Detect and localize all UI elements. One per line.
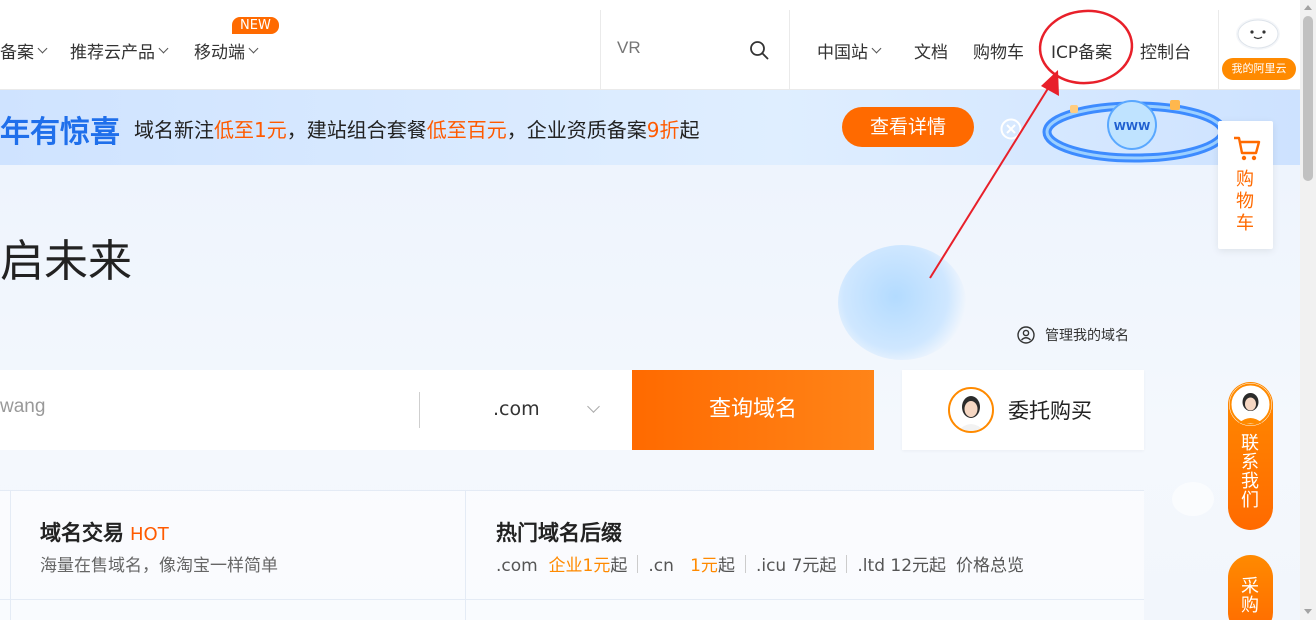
promo-highlight: 低至1元 — [214, 118, 287, 142]
agent-avatar-icon — [1229, 383, 1272, 426]
suffix-qi: 起 — [610, 556, 628, 576]
feature-cards: 域名交易 HOT 海量在售域名，像淘宝一样简单 热门域名后缀 .com 企业1元起… — [0, 490, 1144, 620]
domain-input[interactable] — [0, 396, 380, 418]
scroll-thumb[interactable] — [1303, 16, 1313, 181]
nav-item-docs[interactable]: 文档 — [914, 38, 948, 63]
docs-label: 文档 — [914, 43, 948, 63]
chevron-down-icon — [871, 43, 882, 54]
scroll-down-arrow-icon[interactable] — [1304, 609, 1312, 614]
nav-item-site[interactable]: 中国站 — [817, 38, 882, 63]
divider — [419, 392, 420, 428]
hero-section: 启未来 管理我的域名 .com 查询域名 委托购买 域 — [0, 165, 1300, 620]
promo-art-text: WWW — [1114, 120, 1150, 133]
price-overview-link[interactable]: 价格总览 — [956, 551, 1024, 576]
divider — [846, 554, 848, 573]
scroll-up-arrow-icon[interactable] — [1304, 5, 1312, 10]
suffix-com[interactable]: .com 企业1元起 — [496, 551, 627, 576]
suffix-qi: 起 — [717, 556, 735, 576]
divider — [637, 554, 639, 573]
suffix-price: 1元 — [690, 556, 718, 576]
close-icon[interactable] — [1000, 118, 1022, 140]
promo-text-part: ，企业资质备案 — [506, 118, 647, 142]
entrust-label: 委托购买 — [1008, 399, 1092, 423]
console-label: 控制台 — [1140, 43, 1191, 63]
chevron-down-icon — [37, 43, 48, 54]
chevron-down-icon — [158, 43, 169, 54]
hero-title: 启未来 — [0, 236, 132, 287]
nav-item-label: 移动端 — [194, 43, 245, 63]
icp-label: ICP备案 — [1051, 43, 1113, 63]
divider — [744, 554, 746, 573]
suffix-list: .com 企业1元起 .cn 1元起 .icu 7元起 .ltd 12元起 价格… — [496, 551, 1024, 576]
nav-item-beian[interactable]: 备案 — [0, 38, 48, 63]
nav-item-products[interactable]: 推荐云产品 — [70, 38, 169, 63]
top-header: 备案 推荐云产品 移动端 NEW 中国站 文档 购物车 ICP备案 控制台 我的… — [0, 0, 1300, 90]
domain-search-box: .com — [0, 370, 632, 450]
suffix-price: 企业1元 — [548, 556, 611, 576]
cart-label: 购物车 — [973, 43, 1024, 63]
avatar-face-icon — [1236, 18, 1280, 50]
new-badge: NEW — [232, 17, 279, 34]
user-circle-icon — [1017, 326, 1035, 344]
decorative-blob — [838, 245, 966, 360]
suffix-name: .com — [496, 556, 538, 576]
floating-cart-label: 购物车 — [1236, 169, 1254, 234]
nav-item-label: 备案 — [0, 43, 34, 63]
floating-contact[interactable]: 联系我们 — [1228, 382, 1273, 530]
nav-item-cart[interactable]: 购物车 — [973, 38, 1024, 63]
search-icon[interactable] — [749, 40, 769, 60]
promo-highlight: 9折 — [646, 118, 680, 142]
tld-select[interactable]: .com — [493, 398, 540, 420]
promo-text-part: 起 — [679, 118, 700, 142]
nav-item-console[interactable]: 控制台 — [1140, 38, 1191, 63]
vertical-scrollbar[interactable] — [1300, 0, 1316, 620]
entrust-purchase-button[interactable]: 委托购买 — [902, 370, 1144, 450]
suffix-cn[interactable]: .cn 1元起 — [648, 551, 735, 576]
card-title-text: 域名交易 — [40, 521, 124, 545]
manage-domains-link[interactable]: 管理我的域名 — [1017, 325, 1129, 345]
site-label: 中国站 — [817, 43, 868, 63]
floating-contact-label: 联系我们 — [1241, 433, 1259, 511]
hot-badge: HOT — [130, 524, 169, 545]
avatar-label: 我的阿里云 — [1222, 58, 1296, 80]
promo-text-part: ，建站组合套餐 — [286, 118, 427, 142]
avatar[interactable]: 我的阿里云 — [1222, 14, 1296, 82]
hot-suffix-title[interactable]: 热门域名后缀 — [496, 517, 622, 547]
nav-item-mobile[interactable]: 移动端 — [194, 38, 259, 63]
agent-avatar-icon — [948, 387, 994, 433]
promo-text-part: 域名新注 — [134, 118, 214, 142]
suffix-icu[interactable]: .icu 7元起 — [756, 551, 836, 576]
promo-text: 域名新注低至1元，建站组合套餐低至百元，企业资质备案9折起 — [134, 114, 699, 143]
query-domain-button[interactable]: 查询域名 — [632, 370, 874, 450]
manage-label: 管理我的域名 — [1045, 328, 1129, 344]
domain-trade-title[interactable]: 域名交易 HOT — [40, 517, 169, 547]
domain-trade-subtitle: 海量在售域名，像淘宝一样简单 — [40, 556, 278, 576]
nav-item-icp[interactable]: ICP备案 — [1051, 38, 1112, 63]
divider — [0, 599, 1144, 600]
chevron-down-icon[interactable] — [587, 400, 600, 413]
floating-purchase-label: 采购 — [1241, 576, 1259, 616]
chat-bubble-icon — [1172, 482, 1214, 516]
suffix-ltd[interactable]: .ltd 12元起 — [857, 551, 946, 576]
floating-purchase[interactable]: 采购 — [1228, 555, 1273, 620]
promo-headline: 年有惊喜 — [0, 115, 120, 150]
chevron-down-icon — [248, 43, 259, 54]
cart-icon — [1234, 136, 1261, 161]
promo-details-button[interactable]: 查看详情 — [842, 107, 974, 147]
suffix-name: .cn — [648, 556, 674, 576]
promo-banner: 年有惊喜 域名新注低至1元，建站组合套餐低至百元，企业资质备案9折起 查看详情 … — [0, 90, 1300, 165]
floating-cart[interactable]: 购物车 — [1218, 121, 1273, 249]
divider — [1218, 10, 1219, 90]
divider — [10, 491, 11, 620]
search-input[interactable] — [617, 38, 737, 58]
promo-highlight: 低至百元 — [426, 118, 507, 142]
globe-ring-illustration: WWW — [1042, 100, 1228, 163]
search-box — [600, 10, 790, 90]
divider — [465, 491, 466, 620]
nav-item-label: 推荐云产品 — [70, 43, 155, 63]
